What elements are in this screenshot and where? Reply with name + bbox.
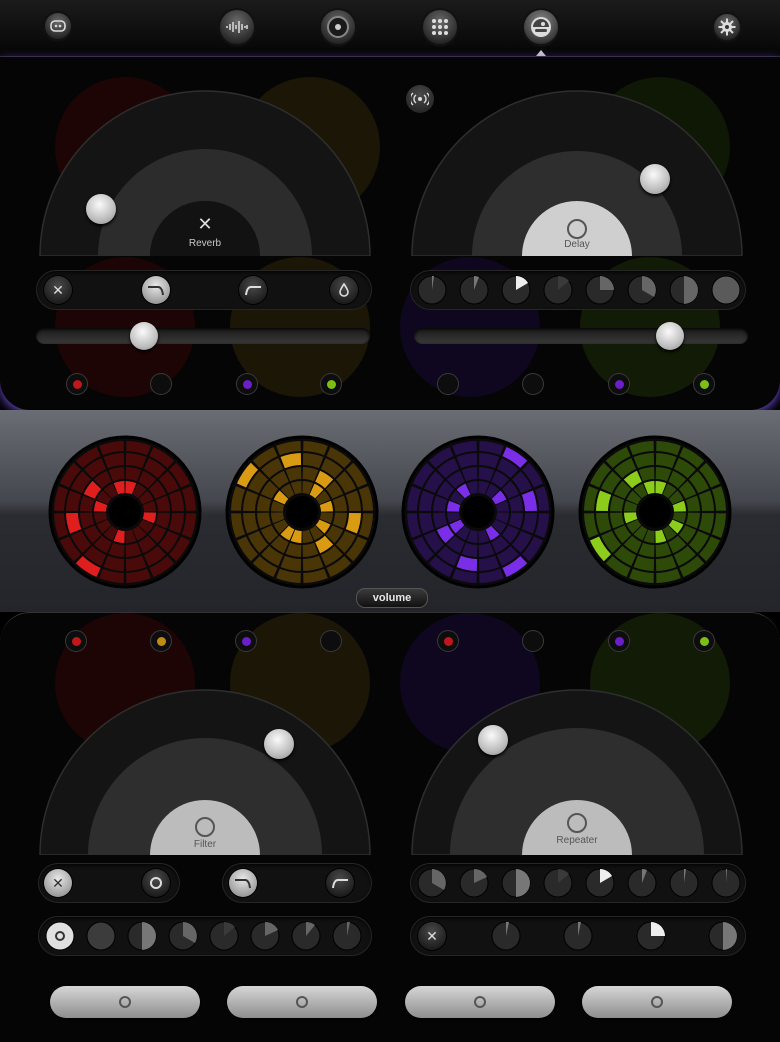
filter-channel-purple[interactable] [236, 631, 256, 651]
grid-icon[interactable] [423, 10, 457, 44]
top-nav-bar [0, 0, 780, 57]
close-icon[interactable]: ✕ [44, 276, 72, 304]
close-icon: ✕ [197, 214, 213, 234]
channel-button-2[interactable] [227, 986, 377, 1018]
delay-channel-green[interactable] [694, 374, 714, 394]
repeater-timing-row [410, 863, 746, 903]
delay-label: Delay [564, 239, 590, 250]
filter-knob-handle[interactable] [264, 729, 294, 759]
channel-wheel-purple[interactable] [401, 435, 555, 589]
filter-type-row [222, 863, 372, 903]
waveform-icon[interactable] [220, 10, 254, 44]
filter-timing-buttons[interactable] [38, 916, 372, 956]
reverb-mix-slider[interactable] [36, 322, 370, 350]
reverb-filter-row: ✕ [36, 270, 372, 310]
repeater-channel-red[interactable] [438, 631, 458, 651]
lowcut-icon[interactable] [326, 869, 354, 897]
top-effects-panel: ✕ Reverb Delay ✕ [0, 57, 780, 410]
delay-channel-purple[interactable] [609, 374, 629, 394]
delay-mix-handle[interactable] [656, 322, 684, 350]
reverb-channel-red[interactable] [67, 374, 87, 394]
channel-button-3[interactable] [405, 986, 555, 1018]
circle-icon [567, 219, 587, 239]
filter-channel-green[interactable] [321, 631, 341, 651]
reverb-knob-handle[interactable] [86, 194, 116, 224]
circle-icon [195, 817, 215, 837]
effects-icon[interactable] [524, 10, 558, 44]
bottom-effects-panel: Filter Repeater ✕ ✕ [0, 612, 780, 1042]
channel-wheel-red[interactable] [48, 435, 202, 589]
highcut-icon[interactable] [229, 869, 257, 897]
close-icon[interactable]: ✕ [44, 869, 72, 897]
delay-timing-buttons[interactable] [410, 270, 746, 310]
highcut-icon[interactable] [142, 276, 170, 304]
reverb-mix-handle[interactable] [130, 322, 158, 350]
repeater-arc-knob[interactable]: Repeater [410, 673, 744, 855]
circle-icon[interactable] [142, 869, 170, 897]
active-indicator [536, 50, 546, 56]
repeater-channel-purple[interactable] [609, 631, 629, 651]
delay-mix-slider[interactable] [414, 322, 748, 350]
delay-timing-row [410, 270, 746, 310]
repeater-channel-orange[interactable] [523, 631, 543, 651]
gear-icon[interactable] [714, 14, 740, 40]
volume-button[interactable]: volume [356, 588, 428, 608]
channel-button-1[interactable] [50, 986, 200, 1018]
filter-label: Filter [193, 839, 217, 850]
repeater-knob-handle[interactable] [478, 725, 508, 755]
delay-channel-orange[interactable] [523, 374, 543, 394]
delay-arc-knob[interactable]: Delay [410, 74, 744, 256]
filter-toggle-row: ✕ [38, 863, 180, 903]
repeater-label: Repeater [556, 835, 598, 846]
delay-channel-red[interactable] [438, 374, 458, 394]
repeater-option-row: ✕ [410, 916, 746, 956]
reverb-channel-purple[interactable] [237, 374, 257, 394]
repeater-channel-green[interactable] [694, 631, 714, 651]
disc-icon[interactable] [321, 10, 355, 44]
reverb-arc-knob[interactable]: ✕ Reverb [38, 74, 372, 256]
channel-wheel-green[interactable] [578, 435, 732, 589]
reverb-label: Reverb [188, 238, 222, 249]
reverb-channel-orange[interactable] [151, 374, 171, 394]
circle-icon [567, 813, 587, 833]
lowcut-icon[interactable] [239, 276, 267, 304]
repeater-timing-buttons[interactable] [410, 863, 746, 903]
face-icon[interactable] [45, 13, 71, 39]
channel-wheels[interactable] [0, 410, 780, 612]
filter-channel-red[interactable] [66, 631, 86, 651]
drop-icon[interactable] [330, 276, 358, 304]
delay-knob-handle[interactable] [640, 164, 670, 194]
filter-timing-row [38, 916, 372, 956]
filter-arc-knob[interactable]: Filter [38, 673, 372, 855]
reverb-channel-green[interactable] [321, 374, 341, 394]
filter-channel-orange[interactable] [151, 631, 171, 651]
channel-button-4[interactable] [582, 986, 732, 1018]
mixer-strip [0, 410, 780, 612]
channel-wheel-orange[interactable] [225, 435, 379, 589]
repeater-division-buttons[interactable] [410, 916, 746, 956]
